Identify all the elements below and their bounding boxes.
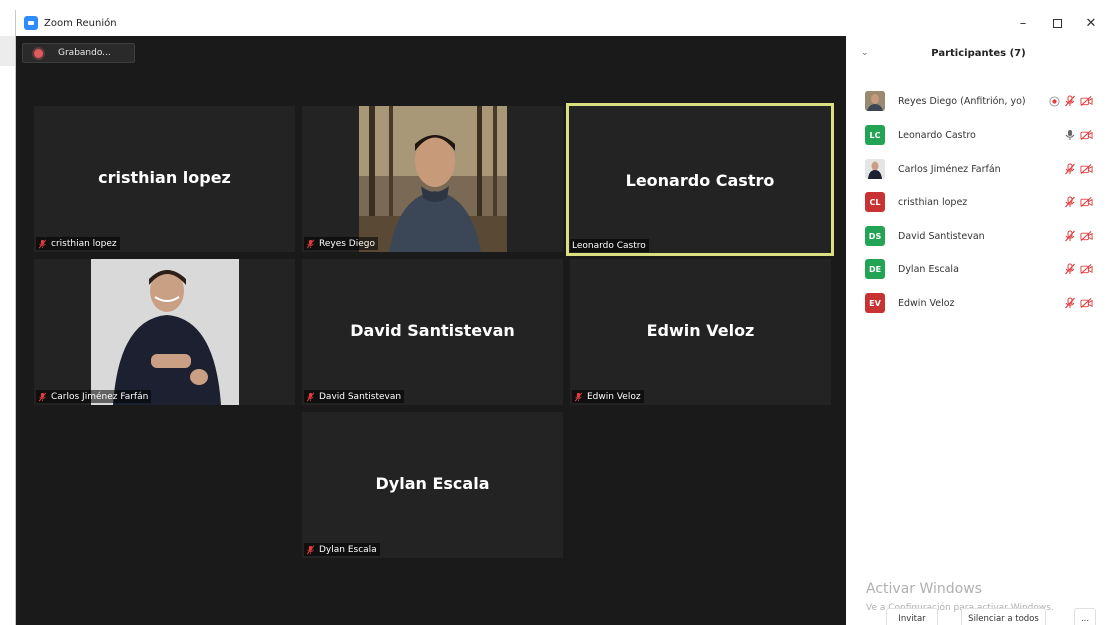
tile-name-label: Dylan Escala — [304, 543, 380, 556]
avatar: DE — [865, 259, 885, 279]
background-page-edge — [0, 36, 15, 66]
participant-status-icons — [1064, 163, 1093, 175]
participant-photo-icon — [865, 159, 885, 179]
participant-name: Dylan Escala — [898, 263, 959, 275]
mic-muted-icon — [306, 239, 315, 248]
recording-indicator[interactable]: Grabando... — [22, 43, 135, 63]
video-tile-reyes[interactable]: Reyes Diego — [302, 106, 563, 252]
avatar — [865, 91, 885, 111]
tile-display-name: Leonardo Castro — [625, 171, 775, 190]
participant-row-reyes[interactable]: Reyes Diego (Anfitrión, yo) — [846, 84, 1110, 118]
mic-muted-icon[interactable] — [1064, 297, 1076, 309]
tile-name-label: David Santistevan — [304, 390, 405, 403]
maximize-button[interactable] — [1040, 10, 1074, 36]
participant-video-image — [359, 106, 507, 252]
more-options-button[interactable]: ... — [1074, 608, 1096, 625]
tile-name-label: Reyes Diego — [304, 237, 378, 250]
tile-label-text: Dylan Escala — [319, 544, 377, 555]
video-off-icon[interactable] — [1080, 263, 1093, 275]
mic-icon[interactable] — [1064, 129, 1076, 141]
tile-label-text: Edwin Veloz — [587, 391, 641, 402]
participants-panel-header: ⌄ Participantes (7) — [846, 36, 1110, 76]
participant-row-carlos[interactable]: Carlos Jiménez Farfán — [846, 152, 1110, 186]
mic-muted-icon — [574, 392, 583, 401]
zoom-logo-icon — [24, 16, 38, 30]
participants-panel: ⌄ Participantes (7) Reyes Diego (Anfitri… — [846, 36, 1110, 625]
tile-display-name: David Santistevan — [350, 321, 515, 340]
avatar: DS — [865, 226, 885, 246]
windows-activation-watermark-title: Activar Windows — [866, 581, 982, 597]
window-title: Zoom Reunión — [44, 17, 117, 29]
recording-label: Grabando... — [58, 48, 111, 58]
video-off-icon[interactable] — [1080, 230, 1093, 242]
mic-muted-icon[interactable] — [1064, 163, 1076, 175]
video-off-icon[interactable] — [1080, 129, 1093, 141]
avatar: LC — [865, 125, 885, 145]
participant-row-dylan[interactable]: DE Dylan Escala — [846, 252, 1110, 286]
invite-button[interactable]: Invitar — [886, 608, 938, 625]
participant-name: Edwin Veloz — [898, 297, 955, 309]
mic-muted-icon — [38, 392, 47, 401]
video-tile-dylan[interactable]: Dylan Escala Dylan Escala — [302, 412, 563, 558]
mic-muted-icon[interactable] — [1064, 263, 1076, 275]
minimize-button[interactable]: – — [1006, 10, 1040, 36]
participant-video-image — [91, 259, 239, 405]
tile-label-text: Reyes Diego — [319, 238, 375, 249]
tile-name-label: cristhian lopez — [36, 237, 120, 250]
tile-label-text: David Santistevan — [319, 391, 402, 402]
video-tile-edwin[interactable]: Edwin Veloz Edwin Veloz — [570, 259, 831, 405]
tile-display-name: Dylan Escala — [375, 474, 490, 493]
participant-status-icons — [1064, 297, 1093, 309]
video-off-icon[interactable] — [1080, 297, 1093, 309]
video-off-icon[interactable] — [1080, 163, 1093, 175]
close-button[interactable]: ✕ — [1074, 10, 1108, 36]
avatar: EV — [865, 293, 885, 313]
tile-name-label: Carlos Jiménez Farfán — [36, 390, 152, 403]
participant-status-icons — [1064, 230, 1093, 242]
maximize-icon — [1052, 18, 1062, 28]
participants-title: Participantes (7) — [931, 48, 1026, 59]
tile-label-text: Leonardo Castro — [572, 240, 646, 251]
participant-status-icons — [1064, 129, 1093, 141]
mic-muted-icon[interactable] — [1064, 230, 1076, 242]
tile-label-text: cristhian lopez — [51, 238, 117, 249]
title-bar: Zoom Reunión – ✕ — [16, 10, 1110, 36]
participant-name: cristhian lopez — [898, 196, 968, 208]
mic-muted-icon[interactable] — [1064, 95, 1076, 107]
participant-name: Carlos Jiménez Farfán — [898, 163, 1001, 175]
video-tile-david[interactable]: David Santistevan David Santistevan — [302, 259, 563, 405]
tile-name-label: Edwin Veloz — [572, 390, 644, 403]
participant-row-leonardo[interactable]: LC Leonardo Castro — [846, 118, 1110, 152]
tile-label-text: Carlos Jiménez Farfán — [51, 391, 149, 402]
recording-icon — [1049, 95, 1060, 107]
participant-row-david[interactable]: DS David Santistevan — [846, 219, 1110, 253]
video-tile-leonardo[interactable]: Leonardo Castro Leonardo Castro — [566, 103, 834, 256]
mic-muted-icon — [38, 239, 47, 248]
participant-name: Reyes Diego (Anfitrión, yo) — [898, 95, 1026, 107]
video-off-icon[interactable] — [1080, 95, 1093, 107]
mic-muted-icon — [306, 392, 315, 401]
mute-all-button[interactable]: Silenciar a todos — [961, 608, 1046, 625]
participant-row-edwin[interactable]: EV Edwin Veloz — [846, 286, 1110, 320]
participant-status-icons — [1049, 95, 1093, 107]
participant-photo-icon — [865, 91, 885, 111]
participant-status-icons — [1064, 196, 1093, 208]
video-tile-cristhian[interactable]: cristhian lopez cristhian lopez — [34, 106, 295, 252]
avatar — [865, 159, 885, 179]
mic-muted-icon[interactable] — [1064, 196, 1076, 208]
video-gallery: Grabando... cristhian lopez cristhian lo… — [16, 36, 846, 625]
tile-display-name: cristhian lopez — [98, 168, 231, 187]
participant-row-cristhian[interactable]: CL cristhian lopez — [846, 185, 1110, 219]
avatar: CL — [865, 192, 885, 212]
record-dot-icon — [34, 48, 43, 58]
participant-name: David Santistevan — [898, 230, 985, 242]
mic-muted-icon — [306, 545, 315, 554]
participant-status-icons — [1064, 263, 1093, 275]
tile-name-label: Leonardo Castro — [570, 239, 649, 252]
participant-name: Leonardo Castro — [898, 129, 976, 141]
video-off-icon[interactable] — [1080, 196, 1093, 208]
zoom-window: Zoom Reunión – ✕ Grabando... cristhian l… — [15, 10, 1110, 625]
video-tile-carlos[interactable]: Carlos Jiménez Farfán — [34, 259, 295, 405]
tile-display-name: Edwin Veloz — [646, 321, 755, 340]
